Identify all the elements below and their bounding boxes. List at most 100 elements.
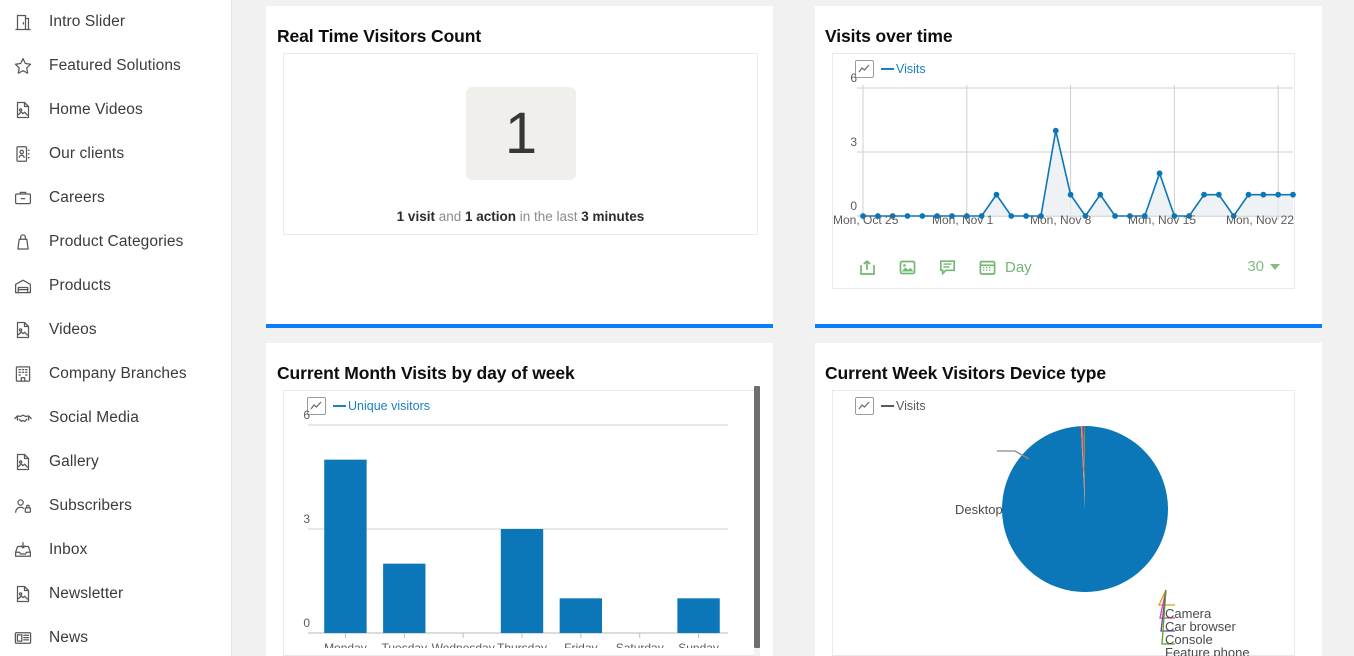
inbox-icon — [10, 537, 36, 563]
realtime-visits-count: 1 visit — [396, 209, 435, 224]
content-area: Real Time Visitors Count 1 1 visit and 1… — [232, 0, 1354, 656]
card-accent-bar — [266, 324, 773, 328]
svg-text:Sunday: Sunday — [678, 641, 719, 648]
card-realtime-visitors: Real Time Visitors Count 1 1 visit and 1… — [266, 6, 773, 328]
x-tick-2: Mon, Nov 8 — [1030, 213, 1092, 227]
sidebar-item-gallery[interactable]: Gallery — [0, 440, 231, 484]
y-tick-6: 6 — [850, 71, 857, 85]
sidebar-item-inbox[interactable]: Inbox — [0, 528, 231, 572]
card-accent-bar — [815, 324, 1322, 328]
sidebar-item-label: Inbox — [49, 541, 88, 558]
card-visits-over-time: Visits over time Visits 6 3 0 Mon, Oct 2… — [815, 6, 1322, 328]
chart-toolbar: Day 30 — [855, 254, 1280, 280]
sidebar-item-our-clients[interactable]: Our clients — [0, 132, 231, 176]
visits-by-day-widget: Unique visitors Monday Tuesday Wednesday Th… — [283, 390, 755, 656]
sidebar: Intro Slider Featured Solutions Home Video… — [0, 0, 232, 656]
sidebar-item-featured-solutions[interactable]: Featured Solutions — [0, 44, 231, 88]
sidebar-item-careers[interactable]: Careers — [0, 176, 231, 220]
bag-icon — [10, 229, 36, 255]
sidebar-item-subscribers[interactable]: Subscribers — [0, 484, 231, 528]
door-icon — [10, 9, 36, 35]
sidebar-item-product-categories[interactable]: Product Categories — [0, 220, 231, 264]
pie-leader-line — [1157, 589, 1175, 606]
user-lock-icon — [10, 493, 36, 519]
sidebar-item-label: Gallery — [49, 453, 99, 470]
document-image-icon — [10, 581, 36, 607]
sidebar-item-products[interactable]: Products — [0, 264, 231, 308]
scrollbar-track[interactable] — [754, 386, 760, 656]
realtime-widget-box: 1 1 visit and 1 action in the last 3 min… — [283, 53, 758, 235]
card-title-device-type: Current Week Visitors Device type — [825, 363, 1107, 383]
briefcase-icon — [10, 185, 36, 211]
sidebar-item-home-videos[interactable]: Home Videos — [0, 88, 231, 132]
card-visits-by-day: Current Month Visits by day of week Uniq… — [266, 343, 773, 656]
x-tick-3: Mon, Nov 15 — [1128, 213, 1197, 227]
realtime-and: and — [434, 209, 465, 224]
y-tick-6: 6 — [303, 408, 310, 422]
device-type-widget: Visits Desktop Camera Car browser Consol… — [832, 390, 1295, 656]
card-title-visits-by-day: Current Month Visits by day of week — [277, 363, 575, 383]
realtime-count-badge: 1 — [466, 87, 576, 180]
image-export-icon[interactable] — [895, 255, 919, 279]
sidebar-item-label: Social Media — [49, 409, 139, 426]
period-selector[interactable]: Day — [1005, 259, 1032, 276]
document-image-icon — [10, 317, 36, 343]
sidebar-item-label: Our clients — [49, 145, 125, 162]
sidebar-item-label: Featured Solutions — [49, 57, 181, 74]
office-building-icon — [10, 361, 36, 387]
sidebar-item-label: Company Branches — [49, 365, 187, 382]
pie-label-feature-phone: Feature phone — [1165, 645, 1250, 656]
sidebar-item-label: Product Categories — [49, 233, 184, 250]
bar-chart-visits-by-day[interactable]: Monday Tuesday Wednesday Thursday Friday Satu… — [284, 403, 756, 648]
x-tick-0: Mon, Oct 25 — [833, 213, 899, 227]
chevron-down-icon — [1270, 263, 1280, 270]
realtime-inlast: in the last — [516, 209, 582, 224]
sidebar-item-company-branches[interactable]: Company Branches — [0, 352, 231, 396]
sidebar-item-label: Home Videos — [49, 101, 143, 118]
sidebar-item-news[interactable]: News — [0, 616, 231, 656]
svg-text:Thursday: Thursday — [497, 641, 547, 648]
sidebar-item-label: Careers — [49, 189, 105, 206]
sidebar-item-label: Newsletter — [49, 585, 124, 602]
annotation-icon[interactable] — [935, 255, 959, 279]
dashboard-root: Intro Slider Featured Solutions Home Video… — [0, 0, 1354, 656]
warehouse-icon — [10, 273, 36, 299]
y-tick-0: 0 — [850, 199, 857, 213]
sidebar-item-newsletter[interactable]: Newsletter — [0, 572, 231, 616]
calendar-icon[interactable] — [975, 255, 999, 279]
sidebar-item-label: Products — [49, 277, 111, 294]
export-icon[interactable] — [855, 255, 879, 279]
document-image-icon — [10, 449, 36, 475]
x-tick-1: Mon, Nov 1 — [932, 213, 994, 227]
y-tick-3: 3 — [303, 512, 310, 526]
sidebar-item-label: Videos — [49, 321, 97, 338]
realtime-caption: 1 visit and 1 action in the last 3 minut… — [284, 209, 757, 224]
scrollbar-thumb[interactable] — [754, 386, 760, 648]
sidebar-item-label: Subscribers — [49, 497, 132, 514]
row-count-value: 30 — [1247, 258, 1264, 275]
card-title-visits-over-time: Visits over time — [825, 26, 953, 46]
row-count-selector[interactable]: 30 — [1247, 258, 1280, 275]
sidebar-item-label: News — [49, 629, 89, 646]
card-title-realtime: Real Time Visitors Count — [277, 26, 482, 46]
pie-label-desktop: Desktop — [955, 502, 1003, 517]
sidebar-item-label: Intro Slider — [49, 13, 126, 30]
y-tick-0: 0 — [303, 616, 310, 630]
x-tick-4: Mon, Nov 22 — [1226, 213, 1295, 227]
sidebar-item-social-media[interactable]: Social Media — [0, 396, 231, 440]
realtime-period: 3 minutes — [581, 209, 645, 224]
sidebar-item-videos[interactable]: Videos — [0, 308, 231, 352]
svg-text:Tuesday: Tuesday — [381, 641, 427, 648]
svg-text:Wednesday: Wednesday — [432, 641, 495, 648]
svg-text:Friday: Friday — [564, 641, 597, 648]
pie-chart-device-type[interactable] — [833, 411, 1296, 651]
document-image-icon — [10, 97, 36, 123]
newspaper-icon — [10, 625, 36, 651]
realtime-actions-count: 1 action — [464, 209, 516, 224]
handshake-icon — [10, 405, 36, 431]
svg-text:Monday: Monday — [324, 641, 367, 648]
contact-card-icon — [10, 141, 36, 167]
visits-over-time-widget: Visits 6 3 0 Mon, Oct 25 Mon, Nov 1 Mon,… — [832, 53, 1296, 289]
sidebar-item-intro-slider[interactable]: Intro Slider — [0, 0, 231, 44]
realtime-count-value: 1 — [504, 100, 538, 166]
